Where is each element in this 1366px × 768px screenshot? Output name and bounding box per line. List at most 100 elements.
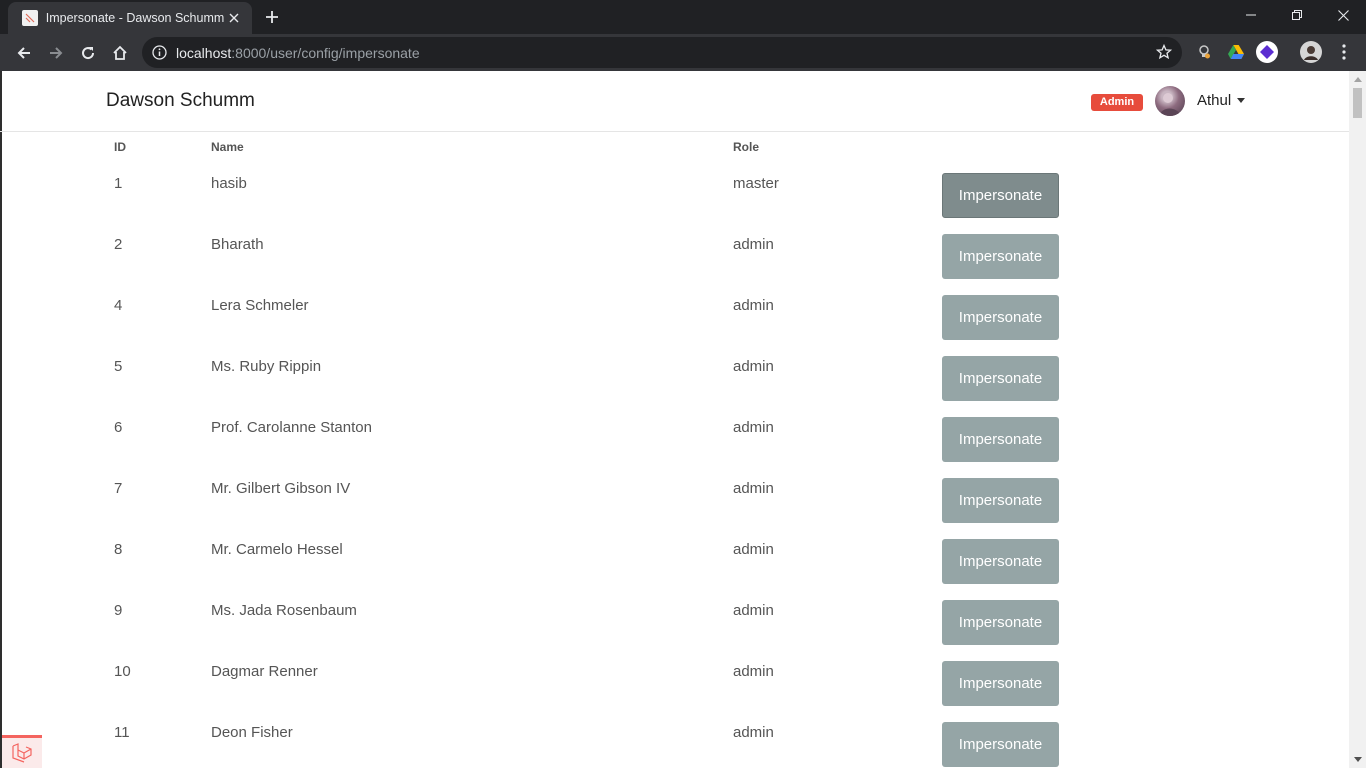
left-edge [0,71,2,768]
table-row: 7 Mr. Gilbert Gibson IV admin Impersonat… [106,468,1134,529]
scroll-down-icon[interactable] [1353,755,1362,763]
cell-id: 1 [114,175,123,192]
laravel-favicon-icon [22,10,38,26]
tab-close-icon[interactable] [224,8,244,28]
cell-action: Impersonate [934,529,1134,590]
user-avatar[interactable] [1155,86,1185,116]
back-icon[interactable] [10,39,38,67]
impersonate-button[interactable]: Impersonate [942,173,1059,218]
new-tab-icon[interactable] [260,6,284,28]
table-row: 10 Dagmar Renner admin Impersonate [106,651,1134,712]
cell-name: Lera Schmeler [211,297,309,314]
app-navbar: Dawson Schumm Admin Athul [0,71,1349,132]
browser-menu-icon[interactable] [1332,40,1356,64]
cell-action: Impersonate [934,590,1134,651]
table-row: 11 Deon Fisher admin Impersonate [106,712,1134,768]
cell-id: 6 [114,419,123,436]
admin-badge: Admin [1091,94,1143,111]
cell-action: Impersonate [934,651,1134,712]
browser-toolbar: localhost:8000/user/config/impersonate [0,34,1366,71]
forward-icon[interactable] [42,39,70,67]
impersonate-button[interactable]: Impersonate [942,600,1059,645]
window-close-icon[interactable] [1320,0,1366,30]
extension-bulb-icon[interactable] [1192,40,1216,64]
impersonate-button[interactable]: Impersonate [942,356,1059,401]
url-host: localhost [176,45,232,61]
cell-name: Bharath [211,236,264,253]
cell-role: admin [733,602,774,619]
address-bar[interactable]: localhost:8000/user/config/impersonate [142,37,1182,68]
cell-role: admin [733,419,774,436]
cell-name: Ms. Jada Rosenbaum [211,602,357,619]
cell-action: Impersonate [934,285,1134,346]
bookmark-star-icon[interactable] [1155,43,1173,65]
cell-id: 11 [114,724,130,741]
cell-action: Impersonate [934,346,1134,407]
cell-name: Mr. Carmelo Hessel [211,541,343,558]
browser-tab[interactable]: Impersonate - Dawson Schumm [8,2,252,34]
cell-name: Ms. Ruby Rippin [211,358,322,375]
impersonate-button[interactable]: Impersonate [942,539,1059,584]
cell-role: admin [733,358,774,375]
cell-role: admin [733,663,774,680]
header-role: Role [733,140,760,154]
cell-action: Impersonate [934,163,1134,224]
cell-role: admin [733,541,774,558]
impersonate-button[interactable]: Impersonate [942,417,1059,462]
header-name: Name [211,140,244,154]
scroll-up-icon[interactable] [1353,75,1362,83]
cell-name: Mr. Gilbert Gibson IV [211,480,351,497]
home-icon[interactable] [106,39,134,67]
cell-name: Prof. Carolanne Stanton [211,419,372,436]
url-path: :8000/user/config/impersonate [231,45,420,61]
cell-action: Impersonate [934,712,1134,768]
table-row: 2 Bharath admin Impersonate [106,224,1134,285]
restore-icon[interactable] [1274,0,1320,30]
scrollbar-thumb[interactable] [1353,88,1362,118]
table-row: 5 Ms. Ruby Rippin admin Impersonate [106,346,1134,407]
cell-id: 10 [114,663,131,680]
laravel-debugbar-icon[interactable] [2,735,42,768]
impersonate-button[interactable]: Impersonate [942,295,1059,340]
table-row: 9 Ms. Jada Rosenbaum admin Impersonate [106,590,1134,651]
table-row: 1 hasib master Impersonate [106,163,1134,224]
table-row: 6 Prof. Carolanne Stanton admin Imperson… [106,407,1134,468]
google-drive-icon[interactable] [1224,40,1248,64]
cell-action: Impersonate [934,468,1134,529]
cell-name: Dagmar Renner [211,663,318,680]
cell-id: 9 [114,602,123,619]
cell-id: 5 [114,358,123,375]
impersonate-button[interactable]: Impersonate [942,234,1059,279]
cell-role: admin [733,236,774,253]
cell-id: 8 [114,541,123,558]
impersonate-button[interactable]: Impersonate [942,478,1059,523]
user-menu[interactable]: Athul [1197,92,1246,109]
header-id: ID [114,140,126,154]
users-table: ID Name Role 1 hasib master Impersonate … [106,132,1134,768]
cell-role: admin [733,724,774,741]
cell-role: admin [733,480,774,497]
impersonate-button[interactable]: Impersonate [942,722,1059,767]
reload-icon[interactable] [74,39,102,67]
brand-name[interactable]: Dawson Schumm [106,90,255,112]
cell-id: 7 [114,480,123,497]
cell-role: master [733,175,779,192]
profile-avatar-icon[interactable] [1299,40,1323,64]
cell-id: 2 [114,236,123,253]
table-header-row: ID Name Role [106,132,1134,163]
cell-id: 4 [114,297,123,314]
url-text: localhost:8000/user/config/impersonate [176,45,420,61]
tab-title: Impersonate - Dawson Schumm [45,11,225,25]
cell-name: hasib [211,175,247,192]
caret-down-icon [1237,98,1246,103]
info-icon[interactable] [152,45,167,65]
cell-action: Impersonate [934,407,1134,468]
impersonate-button[interactable]: Impersonate [942,661,1059,706]
minimize-icon[interactable] [1228,0,1274,30]
cell-name: Deon Fisher [211,724,293,741]
extension-purple-icon[interactable] [1255,40,1279,64]
cell-action: Impersonate [934,224,1134,285]
table-row: 4 Lera Schmeler admin Impersonate [106,285,1134,346]
page-scrollbar[interactable] [1349,71,1366,768]
browser-tabstrip: Impersonate - Dawson Schumm [0,0,1366,34]
